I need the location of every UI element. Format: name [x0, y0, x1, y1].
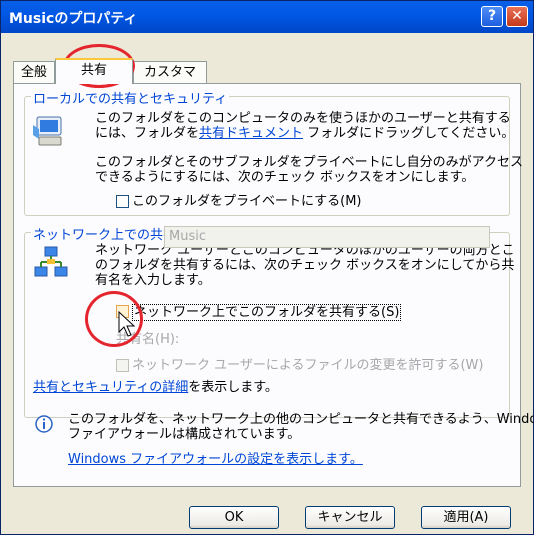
local-desc-line2-post: フォルダにドラッグしてください。 [303, 126, 515, 141]
mouse-cursor-icon [118, 311, 136, 337]
local-desc-line2: には、フォルダを共有ドキュメント フォルダにドラッグしてください。 [95, 126, 514, 141]
cancel-button[interactable]: キャンセル [305, 506, 395, 529]
firewall-settings-link[interactable]: Windows ファイアウォールの設定を表示します。 [68, 452, 363, 467]
local-private-desc-line1: このフォルダとそのサブフォルダをプライベートにし自分のみがアクセス [95, 155, 523, 170]
network-desc-line2: のフォルダを共有するには、次のチェック ボックスをオンにしてから共 [95, 258, 515, 273]
tab-sharing[interactable]: 共有 [55, 58, 133, 84]
local-sharing-group: ローカルでの共有とセキュリティ このフォルダをこのコンピュータのみを使うほかのユ… [24, 88, 523, 216]
sharing-details-post: を表示します。 [188, 380, 278, 395]
private-checkbox-label[interactable]: このフォルダをプライベートにする(M) [132, 194, 362, 209]
share-on-network-label[interactable]: ネットワーク上でこのフォルダを共有する(S) [132, 304, 402, 321]
info-icon [35, 415, 53, 433]
properties-dialog: Musicのプロパティ ? ✕ 全般 共有 カスタマイズ ローカルでの共有とセキ… [0, 0, 534, 535]
help-button[interactable]: ? [481, 6, 503, 27]
allow-change-checkbox[interactable] [116, 359, 129, 372]
apply-button[interactable]: 適用(A) [421, 506, 511, 529]
local-private-desc-line2: できるようにするには、次のチェック ボックスをオンにします。 [95, 170, 475, 185]
window-title: Musicのプロパティ [9, 11, 138, 27]
shared-documents-link[interactable]: 共有ドキュメント [199, 126, 303, 141]
computer-icon [33, 116, 62, 146]
local-desc-line1: このフォルダをこのコンピュータのみを使うほかのユーザーと共有する [95, 111, 511, 126]
sharing-panel: ローカルでの共有とセキュリティ このフォルダをこのコンピュータのみを使うほかのユ… [13, 83, 534, 487]
sharing-details-link[interactable]: 共有とセキュリティの詳細 [33, 380, 188, 395]
tab-general[interactable]: 全般 [13, 61, 55, 83]
share-name-input[interactable]: Music [164, 226, 490, 248]
sharing-details-line: 共有とセキュリティの詳細を表示します。 [33, 380, 278, 395]
private-checkbox[interactable] [116, 195, 129, 208]
firewall-desc-line1: このフォルダを、ネットワーク上の他のコンピュータと共有できるよう、Windows [68, 412, 534, 427]
ok-button[interactable]: OK [189, 506, 279, 529]
close-button[interactable]: ✕ [506, 6, 528, 27]
allow-change-label[interactable]: ネットワーク ユーザーによるファイルの変更を許可する(W) [132, 358, 483, 373]
network-sharing-group: ネットワーク上での共有とセキュリティ ネットワーク ユーザーとこのコンピュータの… [24, 224, 515, 418]
tab-customize[interactable]: カスタマイズ [133, 61, 207, 101]
firewall-desc-line2: ファイアウォールは構成されています。 [68, 427, 301, 442]
title-bar[interactable]: Musicのプロパティ ? ✕ [1, 1, 533, 33]
network-share-icon [34, 246, 68, 277]
local-sharing-legend: ローカルでの共有とセキュリティ [31, 88, 230, 107]
local-desc-line2-pre: には、フォルダを [95, 126, 200, 141]
network-desc-line3: 有名を入力します。 [95, 273, 211, 288]
